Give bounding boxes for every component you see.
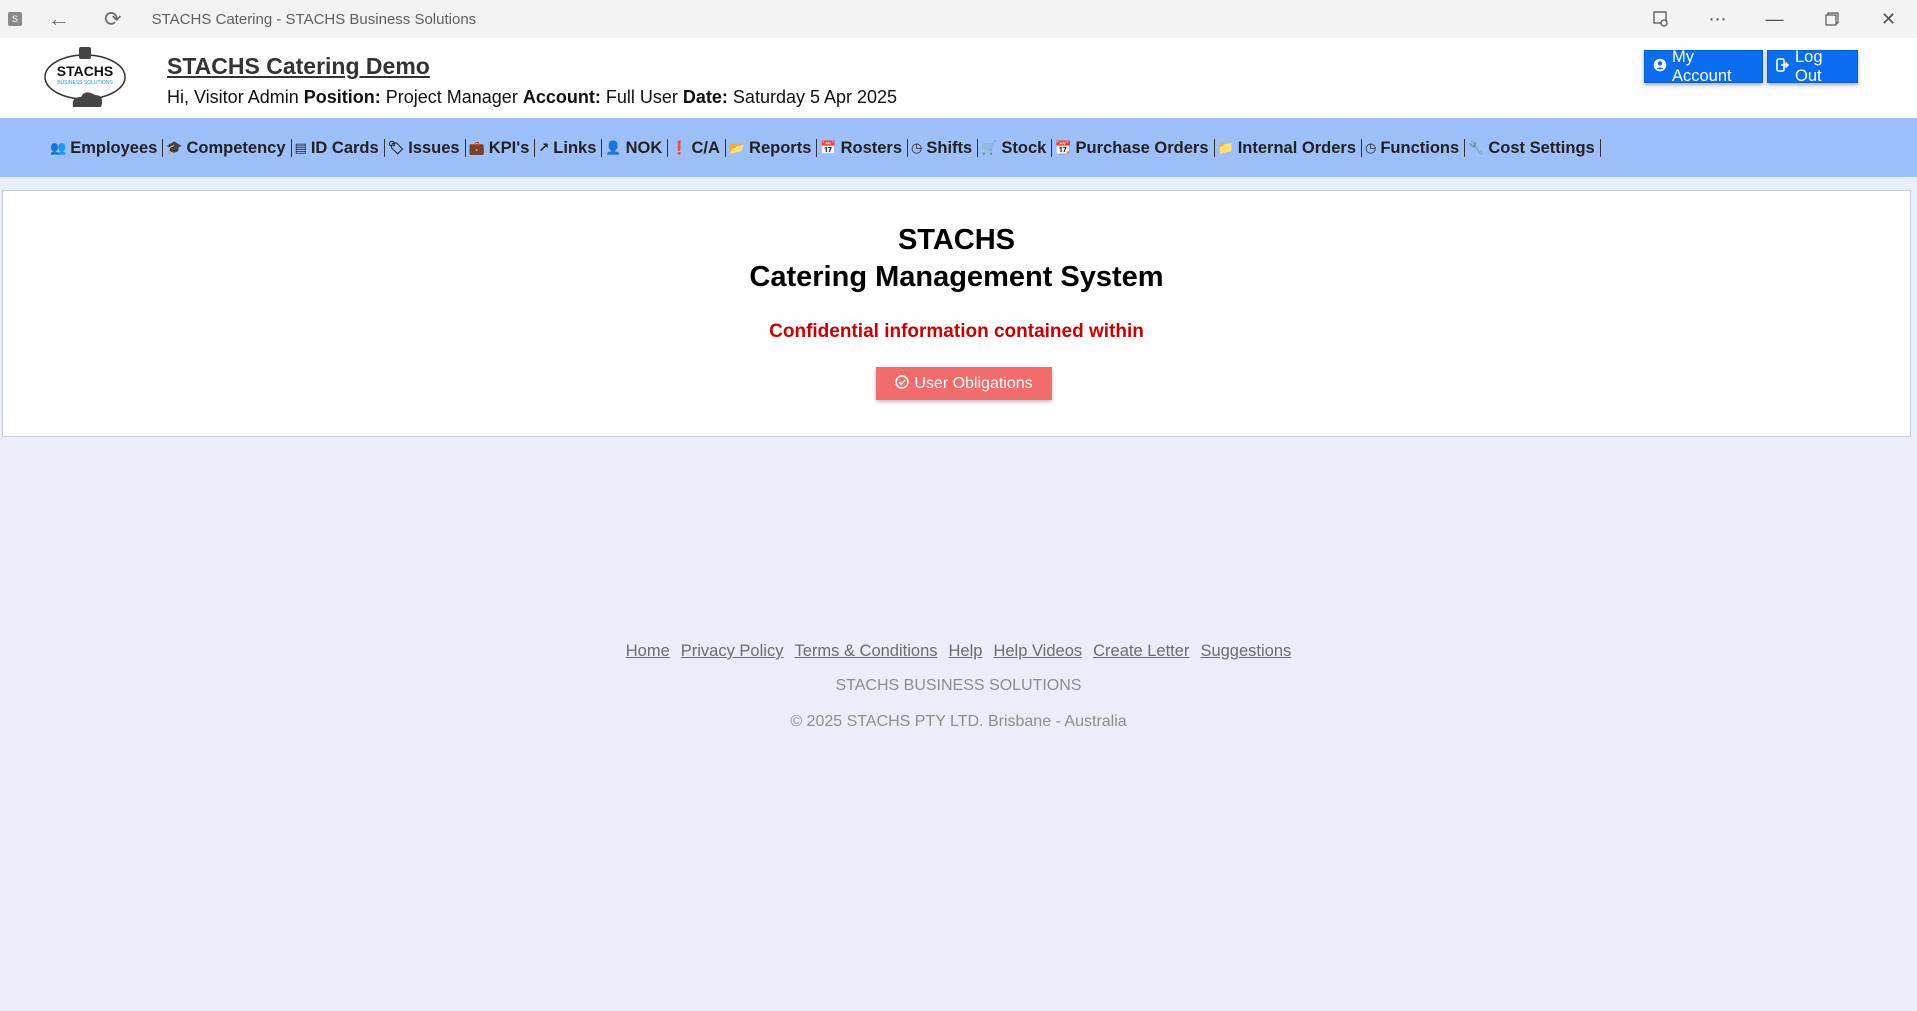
nav-item-cost-settings[interactable]: 🔧 Cost Settings bbox=[1465, 138, 1601, 157]
my-account-button[interactable]: My Account bbox=[1644, 47, 1763, 85]
nav-item-competency[interactable]: 🎓 Competency bbox=[163, 138, 292, 157]
refresh-icon[interactable]: ⟳ bbox=[104, 9, 122, 30]
main-nav: 👥 Employees 🎓 Competency ▤ ID Cards 🏷 Issues 💼 KP… bbox=[0, 118, 1917, 177]
user-icon: 👤 bbox=[605, 139, 622, 155]
logo-subtext: BUSINESS SOLUTIONS bbox=[57, 80, 113, 86]
window-title: STACHS Catering - STACHS Business Soluti… bbox=[151, 10, 477, 28]
restore-icon[interactable] bbox=[1803, 0, 1860, 38]
nav-item-rosters[interactable]: 📅 Rosters bbox=[817, 138, 909, 157]
date-value: Saturday 5 Apr 2025 bbox=[732, 87, 898, 107]
nav-item-label: Reports bbox=[749, 138, 812, 157]
footer-company: STACHS BUSINESS SOLUTIONS bbox=[835, 677, 1082, 694]
footer-copyright: © 2025 STACHS PTY LTD. Brisbane - Austra… bbox=[790, 713, 1127, 730]
nav-item-employees[interactable]: 👥 Employees bbox=[47, 138, 164, 157]
title-line-1: STACHS bbox=[897, 224, 1016, 256]
nav-item-links[interactable]: ↗ Links bbox=[535, 138, 603, 157]
account-label: Account: bbox=[522, 87, 601, 107]
user-circle-icon bbox=[1653, 58, 1667, 75]
site-header: STACHS BUSINESS SOLUTIONS STACHS Caterin… bbox=[0, 38, 1917, 118]
nav-item-label: Functions bbox=[1380, 138, 1460, 157]
briefcase-icon: 💼 bbox=[468, 139, 485, 155]
nav-item-label: Internal Orders bbox=[1237, 138, 1356, 157]
external-link-icon: ↗ bbox=[538, 139, 550, 155]
nav-item-label: KPI's bbox=[488, 138, 530, 157]
stachs-logo[interactable]: STACHS BUSINESS SOLUTIONS bbox=[43, 47, 127, 107]
site-title-link[interactable]: STACHS Catering Demo bbox=[167, 53, 430, 80]
footer-link-help[interactable]: Help bbox=[949, 642, 983, 661]
close-icon[interactable]: ✕ bbox=[1860, 0, 1917, 38]
footer-link-terms-conditions[interactable]: Terms & Conditions bbox=[794, 642, 937, 661]
nav-item-label: Purchase Orders bbox=[1075, 138, 1209, 157]
nav-item-label: Rosters bbox=[840, 138, 903, 157]
footer-links: Home Privacy Policy Terms & Conditions Help… bbox=[0, 642, 1917, 661]
nav-item-label: Cost Settings bbox=[1488, 138, 1595, 157]
tags-icon: 🏷 bbox=[387, 139, 405, 155]
id-card-icon: ▤ bbox=[294, 139, 307, 155]
nav-item-label: Employees bbox=[70, 138, 158, 157]
position-label: Position: bbox=[303, 87, 381, 107]
greeting-text: Hi, Visitor Admin bbox=[167, 87, 299, 107]
position-value: Project Manager bbox=[385, 87, 518, 107]
user-obligations-button[interactable]: User Obligations bbox=[876, 367, 1052, 400]
nav-item-internal-orders[interactable]: 📁 Internal Orders bbox=[1215, 138, 1362, 157]
nav-item-label: C/A bbox=[691, 138, 720, 157]
shopping-cart-icon: 🛒 bbox=[981, 139, 998, 155]
folder-open-icon: 📂 bbox=[728, 139, 746, 155]
nav-item-nok[interactable]: 👤 NOK bbox=[602, 138, 669, 157]
nav-item-issues[interactable]: 🏷 Issues bbox=[385, 138, 466, 157]
account-value: Full User bbox=[605, 87, 678, 107]
footer-link-suggestions[interactable]: Suggestions bbox=[1200, 642, 1291, 661]
clock-icon: ◷ bbox=[1365, 139, 1377, 155]
check-circle-icon bbox=[895, 375, 910, 392]
sign-out-icon bbox=[1776, 58, 1790, 75]
back-arrow-icon[interactable]: ← bbox=[48, 8, 70, 30]
logout-button[interactable]: Log Out bbox=[1767, 47, 1858, 85]
calendar-plus-icon: 📆 bbox=[1055, 139, 1072, 155]
nav-item-label: Links bbox=[553, 138, 597, 157]
date-label: Date: bbox=[682, 87, 728, 107]
exclamation-circle-icon: ❗ bbox=[671, 139, 688, 155]
nav-item-reports[interactable]: 📂 Reports bbox=[726, 138, 818, 157]
graduation-cap-icon: 🎓 bbox=[166, 139, 183, 155]
user-info-line: Hi, Visitor Admin Position: Project Mana… bbox=[167, 87, 897, 108]
app-actions-icon[interactable] bbox=[1632, 0, 1689, 38]
page-title: STACHS Catering Management System bbox=[3, 222, 1910, 296]
nav-item-stock[interactable]: 🛒 Stock bbox=[978, 138, 1053, 157]
nav-item-id-cards[interactable]: ▤ ID Cards bbox=[292, 138, 385, 157]
user-obligations-label: User Obligations bbox=[914, 374, 1033, 392]
more-options-icon[interactable]: ⋯ bbox=[1689, 0, 1746, 38]
nav-item-functions[interactable]: ◷ Functions bbox=[1362, 138, 1466, 157]
nav-item-purchase-orders[interactable]: 📆 Purchase Orders bbox=[1052, 138, 1215, 157]
folder-icon: 📁 bbox=[1217, 139, 1234, 155]
window-titlebar: S ← ⟳ STACHS Catering - STACHS Business … bbox=[0, 0, 1917, 38]
nav-item-label: Competency bbox=[186, 138, 286, 157]
logo-text: STACHS bbox=[56, 63, 114, 79]
calendar-icon: 📅 bbox=[820, 139, 837, 155]
welcome-card: STACHS Catering Management System Confid… bbox=[2, 190, 1911, 437]
logout-label: Log Out bbox=[1795, 47, 1823, 85]
clock-icon: ◷ bbox=[911, 139, 923, 155]
title-line-2: Catering Management System bbox=[749, 261, 1164, 293]
minimize-icon[interactable]: — bbox=[1746, 0, 1803, 38]
nav-item-label: Issues bbox=[408, 138, 460, 157]
footer-link-privacy-policy[interactable]: Privacy Policy bbox=[681, 642, 784, 661]
nav-item-c-a[interactable]: ❗ C/A bbox=[668, 138, 726, 157]
nav-item-label: Stock bbox=[1001, 138, 1047, 157]
footer-link-help-videos[interactable]: Help Videos bbox=[993, 642, 1082, 661]
footer-link-create-letter[interactable]: Create Letter bbox=[1093, 642, 1189, 661]
nav-item-label: Shifts bbox=[926, 138, 973, 157]
app-icon: S bbox=[8, 12, 22, 26]
confidential-notice: Confidential information contained withi… bbox=[769, 321, 1144, 342]
nav-item-label: ID Cards bbox=[310, 138, 379, 157]
nav-item-kpi-s[interactable]: 💼 KPI's bbox=[466, 138, 536, 157]
wrench-icon: 🔧 bbox=[1468, 139, 1485, 155]
footer-link-home[interactable]: Home bbox=[626, 642, 670, 661]
window-controls: ⋯ — ✕ bbox=[1632, 0, 1917, 38]
nav-item-label: NOK bbox=[625, 138, 663, 157]
users-icon: 👥 bbox=[50, 139, 67, 155]
nav-item-shifts[interactable]: ◷ Shifts bbox=[908, 138, 979, 157]
my-account-label: My Account bbox=[1672, 47, 1732, 85]
